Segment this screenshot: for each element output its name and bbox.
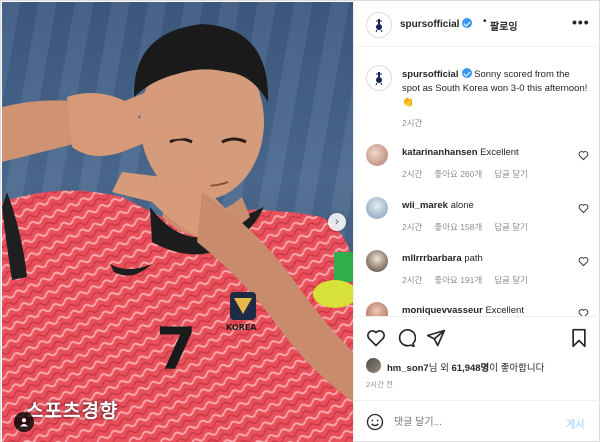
comment-text: katarinanhansen Excellent <box>402 147 519 158</box>
heart-icon[interactable] <box>578 150 589 161</box>
comment-meta: 2시간 좋아요 158개 답글 달기 <box>402 221 540 233</box>
comment-username[interactable]: mllrrrbarbara <box>402 253 462 264</box>
caption-username[interactable]: spursofficial <box>402 69 459 80</box>
comment-icon[interactable] <box>396 328 416 348</box>
heart-icon[interactable] <box>578 256 589 267</box>
comment-body: Excellent <box>480 147 519 158</box>
following-button[interactable]: 팔로잉 <box>490 18 518 33</box>
comment-likes[interactable]: 좋아요 158개 <box>434 222 482 232</box>
comment-composer: 게시 <box>354 400 600 442</box>
caption-text: spursofficial Sonny scored from the spot… <box>402 68 588 110</box>
reply-button[interactable]: 답글 달기 <box>494 169 528 179</box>
comment-text: mllrrrbarbara path <box>402 253 483 264</box>
heart-icon[interactable] <box>366 328 386 348</box>
comment-username[interactable]: moniquevvasseur <box>402 305 483 316</box>
comment-row: moniquevvasseur Excellent <box>354 302 600 316</box>
more-options-icon[interactable]: ••• <box>572 14 590 30</box>
separator-dot: • <box>483 16 487 27</box>
comment-text: wii_marek alone <box>402 200 474 211</box>
comment-username[interactable]: katarinanhansen <box>402 147 478 158</box>
watermark: 스포츠경향 <box>26 400 119 422</box>
account-name[interactable]: spursofficial <box>400 19 459 30</box>
heart-icon[interactable] <box>578 203 589 214</box>
chevron-right-icon: › <box>335 216 339 228</box>
comment-text: moniquevvasseur Excellent <box>402 305 524 316</box>
post-time: 2시간 전 <box>366 380 393 389</box>
spurs-logo-icon[interactable] <box>366 12 392 38</box>
post-photo[interactable]: KOREA 7 › 스포츠경향 <box>2 2 353 442</box>
action-bar <box>354 316 600 356</box>
verified-icon <box>461 68 472 78</box>
comment-likes[interactable]: 좋아요 191개 <box>434 275 482 285</box>
avatar[interactable] <box>366 302 388 316</box>
spurs-logo-icon[interactable] <box>366 65 392 91</box>
comment-time: 2시간 <box>402 222 423 232</box>
likes-tail: 이 좋아합니다 <box>489 363 545 374</box>
verified-icon <box>462 18 473 28</box>
post-button[interactable]: 게시 <box>566 416 584 431</box>
instagram-post: KOREA 7 › 스포츠경향 spursofficial • 팔로잉 ••• <box>0 0 600 442</box>
jersey-text: KOREA <box>226 323 257 332</box>
jersey-number: 7 <box>156 315 197 383</box>
user-tag-icon[interactable] <box>14 412 34 432</box>
emoji-icon[interactable] <box>366 413 384 431</box>
avatar[interactable] <box>366 144 388 166</box>
comment-body: alone <box>450 200 474 211</box>
reply-button[interactable]: 답글 달기 <box>494 275 528 285</box>
heart-icon[interactable] <box>578 308 589 316</box>
comment-row: mllrrrbarbara path 2시간 좋아요 191개 답글 달기 <box>354 250 600 300</box>
comment-meta: 2시간 좋아요 191개 답글 달기 <box>402 274 540 286</box>
post-side-panel: spursofficial • 팔로잉 ••• spursofficial So… <box>353 2 600 442</box>
post-header: spursofficial • 팔로잉 ••• <box>354 2 600 47</box>
reply-button[interactable]: 답글 달기 <box>494 222 528 232</box>
likes-suffix: 님 외 <box>428 363 449 374</box>
carousel-next-button[interactable]: › <box>328 213 346 231</box>
bookmark-icon[interactable] <box>570 328 588 348</box>
comment-meta: 2시간 좋아요 260개 답글 달기 <box>402 168 540 180</box>
comment-username[interactable]: wii_marek <box>402 200 448 211</box>
caption-time: 2시간 <box>402 118 423 128</box>
comment-time: 2시간 <box>402 169 423 179</box>
avatar[interactable] <box>366 197 388 219</box>
likes-count[interactable]: 61,948명 <box>451 363 489 374</box>
comments-list[interactable]: spursofficial Sonny scored from the spot… <box>354 48 600 316</box>
liker-username[interactable]: hm_son7 <box>387 363 429 374</box>
comment-time: 2시간 <box>402 275 423 285</box>
share-icon[interactable] <box>426 328 446 348</box>
comment-row: wii_marek alone 2시간 좋아요 158개 답글 달기 <box>354 197 600 247</box>
avatar[interactable] <box>366 250 388 272</box>
avatar[interactable] <box>366 358 381 373</box>
comment-likes[interactable]: 좋아요 260개 <box>434 169 482 179</box>
comment-input[interactable] <box>394 414 554 430</box>
header-username[interactable]: spursofficial <box>400 18 473 30</box>
comment-row: katarinanhansen Excellent 2시간 좋아요 260개 답글 … <box>354 144 600 194</box>
comment-body: Excellent <box>485 305 524 316</box>
comment-body: path <box>464 253 483 264</box>
